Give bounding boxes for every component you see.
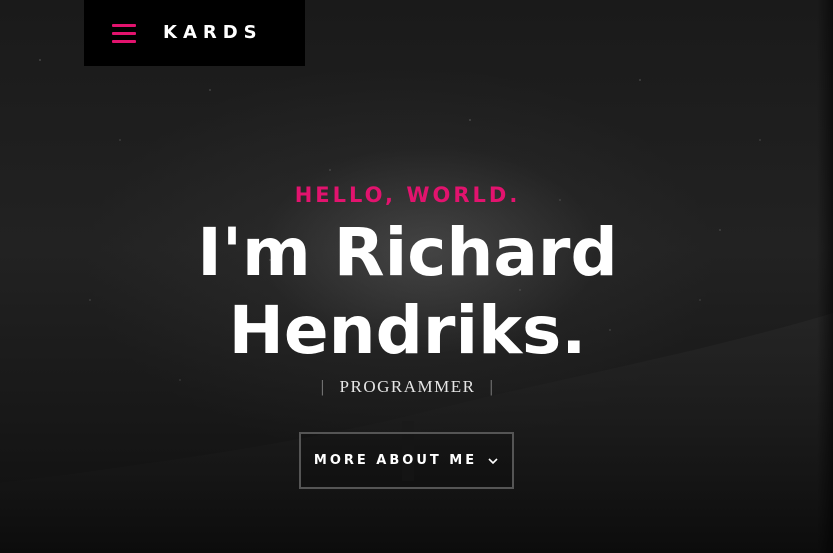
hero-name: I'm Richard Hendriks. xyxy=(0,214,815,370)
more-about-me-button[interactable]: MORE ABOUT ME xyxy=(299,432,514,489)
menu-bar xyxy=(112,40,136,43)
menu-bar xyxy=(112,24,136,27)
right-edge-shadow xyxy=(817,0,833,553)
hero-role: | PROGRAMMER | xyxy=(0,375,815,399)
site-logo[interactable]: KARDS xyxy=(163,21,263,45)
hero-name-line-2: Hendriks. xyxy=(228,292,587,369)
hero-greeting: HELLO, WORLD. xyxy=(294,183,521,207)
role-separator-right: | xyxy=(489,377,495,396)
hamburger-menu-icon[interactable] xyxy=(112,24,136,44)
landing-page: KARDS HELLO, WORLD. I'm Richard Hendriks… xyxy=(0,0,833,553)
menu-bar xyxy=(112,32,136,35)
role-separator-left: | xyxy=(320,377,326,396)
hero-name-line-1: I'm Richard xyxy=(197,214,618,291)
site-header: KARDS xyxy=(84,0,305,66)
chevron-down-icon xyxy=(488,457,498,464)
more-about-me-label: MORE ABOUT ME xyxy=(313,452,478,468)
role-text: PROGRAMMER xyxy=(339,377,476,396)
